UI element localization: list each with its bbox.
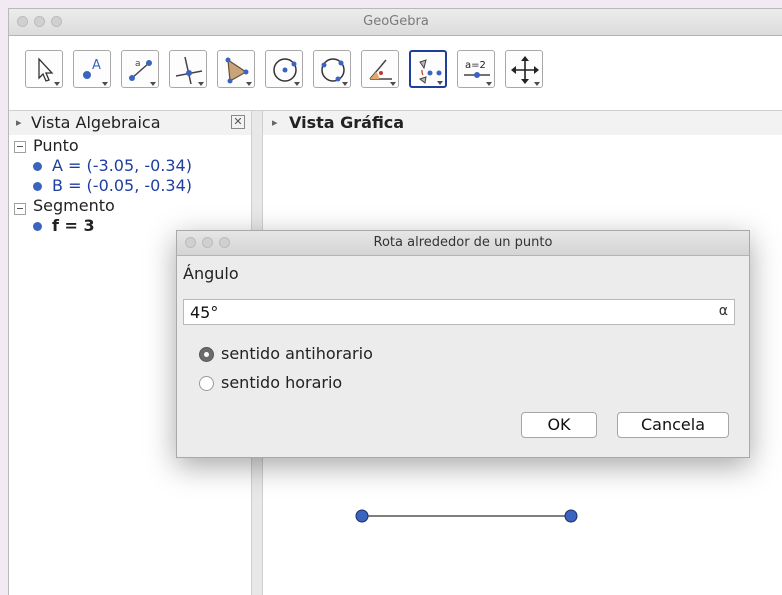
segment-tool-button[interactable]: a [121, 50, 159, 88]
rotate-around-point-tool-button[interactable] [409, 50, 447, 88]
alpha-symbol-button[interactable]: α [719, 303, 728, 319]
collapse-arrow-icon[interactable]: ▸ [16, 111, 22, 135]
cancel-button[interactable]: Cancela [617, 412, 729, 438]
dialog-titlebar[interactable]: Rota alrededor de un punto [177, 231, 749, 256]
rotate-dialog: Rota alrededor de un punto Ángulo 45° α … [176, 230, 750, 458]
rotate-around-point-tool-icon [418, 59, 442, 84]
move-graphics-view-tool-button[interactable] [505, 50, 543, 88]
window-titlebar[interactable]: GeoGebra [9, 9, 782, 36]
collapse-segmento-icon[interactable] [14, 203, 26, 215]
toolbar: A a a=2 [9, 36, 782, 111]
angle-tool-button[interactable] [361, 50, 399, 88]
point-a-visibility-toggle[interactable] [33, 162, 42, 171]
radio-clockwise[interactable] [199, 376, 214, 391]
point-tool-button[interactable]: A [73, 50, 111, 88]
segment-tool-label: a [135, 59, 141, 69]
group-label-segmento: Segmento [33, 196, 115, 215]
algebra-view-header[interactable]: ▸ Vista Algebraica ✕ [9, 111, 251, 136]
move-tool-button[interactable] [25, 50, 63, 88]
slider-tool-button[interactable]: a=2 [457, 50, 495, 88]
perpendicular-tool-button[interactable] [169, 50, 207, 88]
window-title: GeoGebra [363, 14, 429, 29]
collapse-punto-icon[interactable] [14, 141, 26, 153]
polygon-tool-button[interactable] [217, 50, 255, 88]
angle-input[interactable]: 45° α [183, 299, 735, 325]
angle-input-value: 45° [190, 303, 219, 322]
algebra-item-a[interactable]: A = (-3.05, -0.34) [52, 156, 192, 175]
graphics-view-title: Vista Gráfica [289, 113, 405, 132]
point-a[interactable] [355, 509, 369, 523]
algebra-item-f[interactable]: f = 3 [52, 216, 95, 235]
circle-center-tool-button[interactable] [265, 50, 303, 88]
group-label-punto: Punto [33, 136, 79, 155]
radio-clockwise-label[interactable]: sentido horario [221, 373, 342, 392]
graphics-view-header[interactable]: ▸ Vista Gráfica [263, 111, 782, 136]
dialog-title: Rota alrededor de un punto [373, 235, 553, 250]
ok-button[interactable]: OK [521, 412, 597, 438]
segment-f-visibility-toggle[interactable] [33, 222, 42, 231]
algebra-view-title: Vista Algebraica [31, 113, 161, 132]
radio-counterclockwise-label[interactable]: sentido antihorario [221, 344, 373, 363]
point-b-visibility-toggle[interactable] [33, 182, 42, 191]
point-b[interactable] [564, 509, 578, 523]
close-view-icon[interactable]: ✕ [231, 115, 245, 129]
angle-label: Ángulo [183, 264, 239, 283]
collapse-arrow-icon[interactable]: ▸ [272, 111, 278, 135]
point-tool-label: A [92, 58, 101, 73]
slider-tool-label: a=2 [465, 60, 486, 71]
algebra-item-b[interactable]: B = (-0.05, -0.34) [52, 176, 192, 195]
radio-counterclockwise[interactable] [199, 347, 214, 362]
circle-three-points-tool-button[interactable] [313, 50, 351, 88]
